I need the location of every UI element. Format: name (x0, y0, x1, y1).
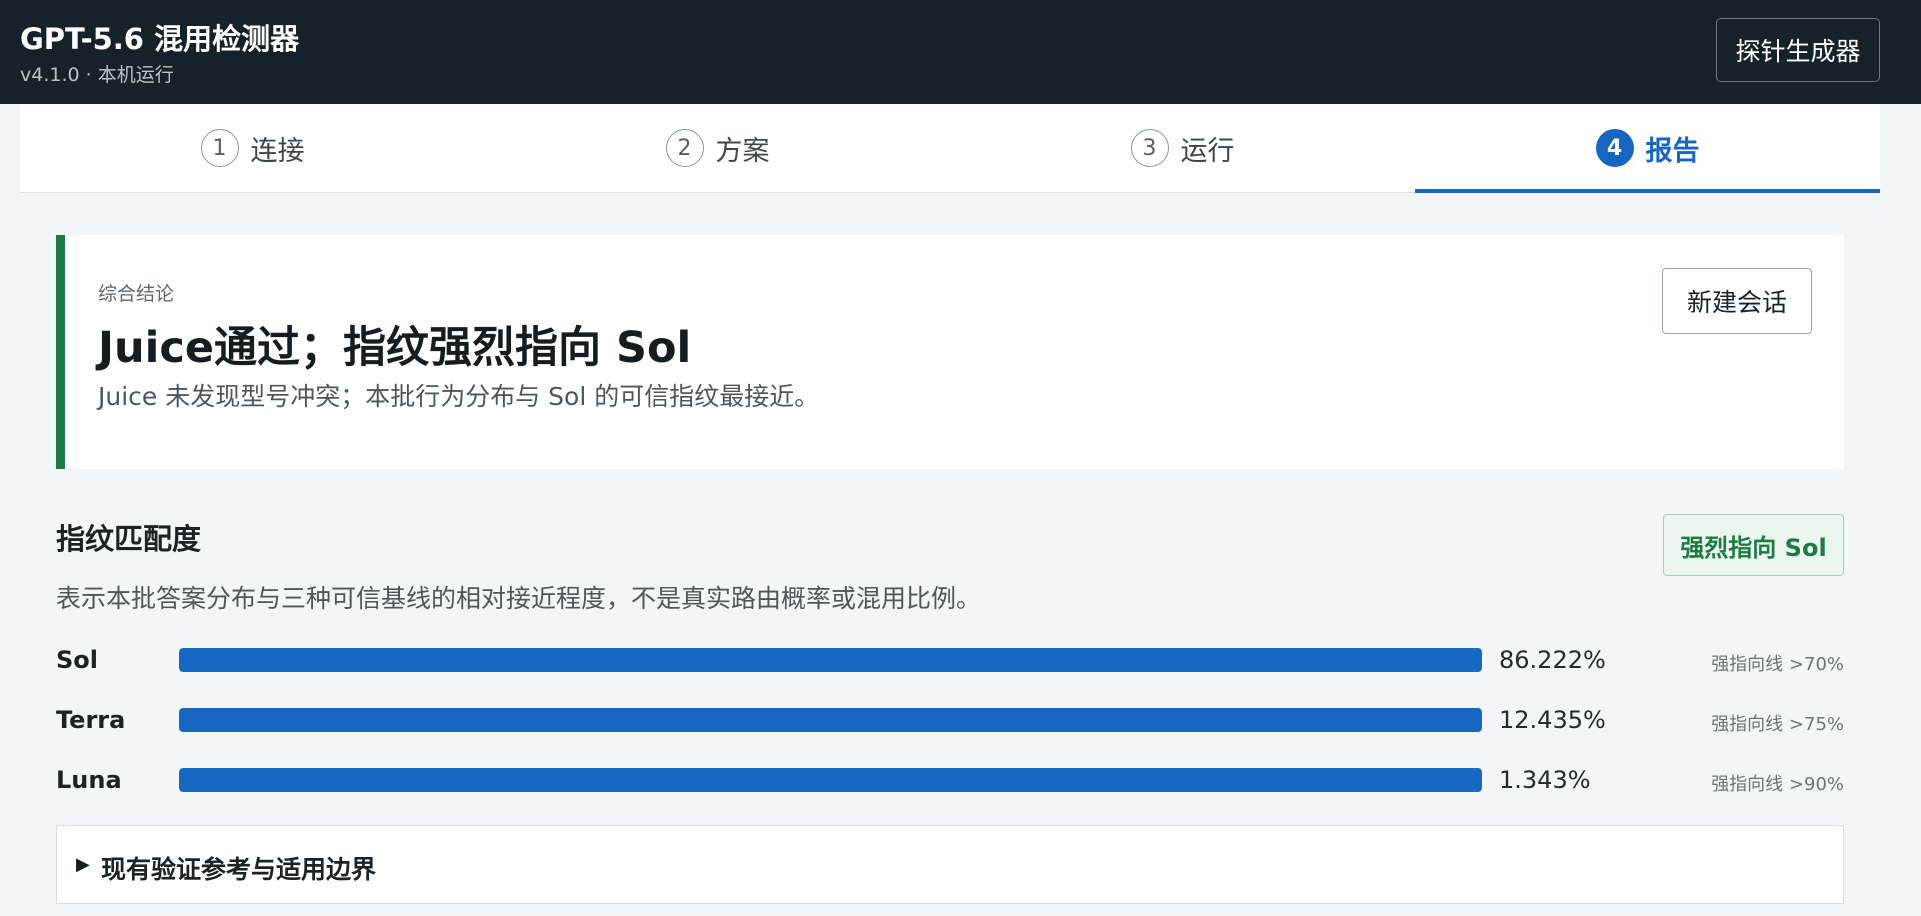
top-bar: GPT-5.6 混用检测器 v4.1.0 · 本机运行 探针生成器 (0, 0, 1921, 104)
app-title: GPT-5.6 混用检测器 (20, 22, 300, 56)
step-connect[interactable]: 1 连接 (20, 104, 485, 192)
fingerprint-badge: 强烈指向 Sol (1663, 514, 1844, 576)
validation-details-toggle[interactable]: ▶ 现有验证参考与适用边界 (56, 825, 1844, 904)
step-number: 2 (665, 129, 704, 167)
step-label: 报告 (1645, 135, 1700, 167)
fingerprint-row-luna: Luna 1.343% 强指向线 >90% (0, 760, 1921, 800)
match-percent: 86.222% (1499, 646, 1606, 674)
model-name: Sol (56, 646, 98, 674)
fingerprint-row-terra: Terra 12.435% 强指向线 >75% (0, 700, 1921, 740)
model-name: Luna (56, 766, 122, 794)
match-bar-track (179, 708, 1482, 732)
step-label: 连接 (250, 135, 305, 167)
fingerprint-title: 指纹匹配度 (56, 522, 202, 556)
probe-generator-button[interactable]: 探针生成器 (1716, 18, 1880, 82)
step-number: 4 (1595, 129, 1634, 167)
step-plan[interactable]: 2 方案 (485, 104, 950, 192)
verdict-description: Juice 未发现型号冲突；本批行为分布与 Sol 的可信指纹最接近。 (98, 382, 820, 411)
step-number: 1 (200, 129, 239, 167)
fingerprint-description: 表示本批答案分布与三种可信基线的相对接近程度，不是真实路由概率或混用比例。 (56, 584, 982, 613)
triangle-right-icon: ▶ (76, 854, 90, 875)
step-label: 方案 (715, 135, 770, 167)
new-session-button[interactable]: 新建会话 (1662, 268, 1812, 334)
match-percent: 12.435% (1499, 706, 1606, 734)
threshold-label: 强指向线 >70% (1711, 654, 1844, 675)
match-bar-track (179, 768, 1482, 792)
verdict-card: 综合结论 Juice通过；指纹强烈指向 Sol Juice 未发现型号冲突；本批… (56, 235, 1844, 469)
step-number: 3 (1130, 129, 1169, 167)
step-report[interactable]: 4 报告 (1415, 104, 1880, 193)
step-label: 运行 (1180, 135, 1235, 167)
step-tabs: 1 连接 2 方案 3 运行 4 报告 (20, 104, 1880, 193)
verdict-title: Juice通过；指纹强烈指向 Sol (98, 323, 692, 373)
app-version: v4.1.0 · 本机运行 (20, 64, 174, 86)
match-bar-fill (179, 768, 1482, 792)
threshold-label: 强指向线 >90% (1711, 774, 1844, 795)
step-run[interactable]: 3 运行 (950, 104, 1415, 192)
match-percent: 1.343% (1499, 766, 1591, 794)
match-bar-fill (179, 648, 1482, 672)
match-bar-fill (179, 708, 1482, 732)
match-bar-track (179, 648, 1482, 672)
verdict-kicker: 综合结论 (98, 283, 175, 305)
details-label: 现有验证参考与适用边界 (101, 855, 377, 884)
fingerprint-row-sol: Sol 86.222% 强指向线 >70% (0, 640, 1921, 680)
threshold-label: 强指向线 >75% (1711, 714, 1844, 735)
model-name: Terra (56, 706, 126, 734)
